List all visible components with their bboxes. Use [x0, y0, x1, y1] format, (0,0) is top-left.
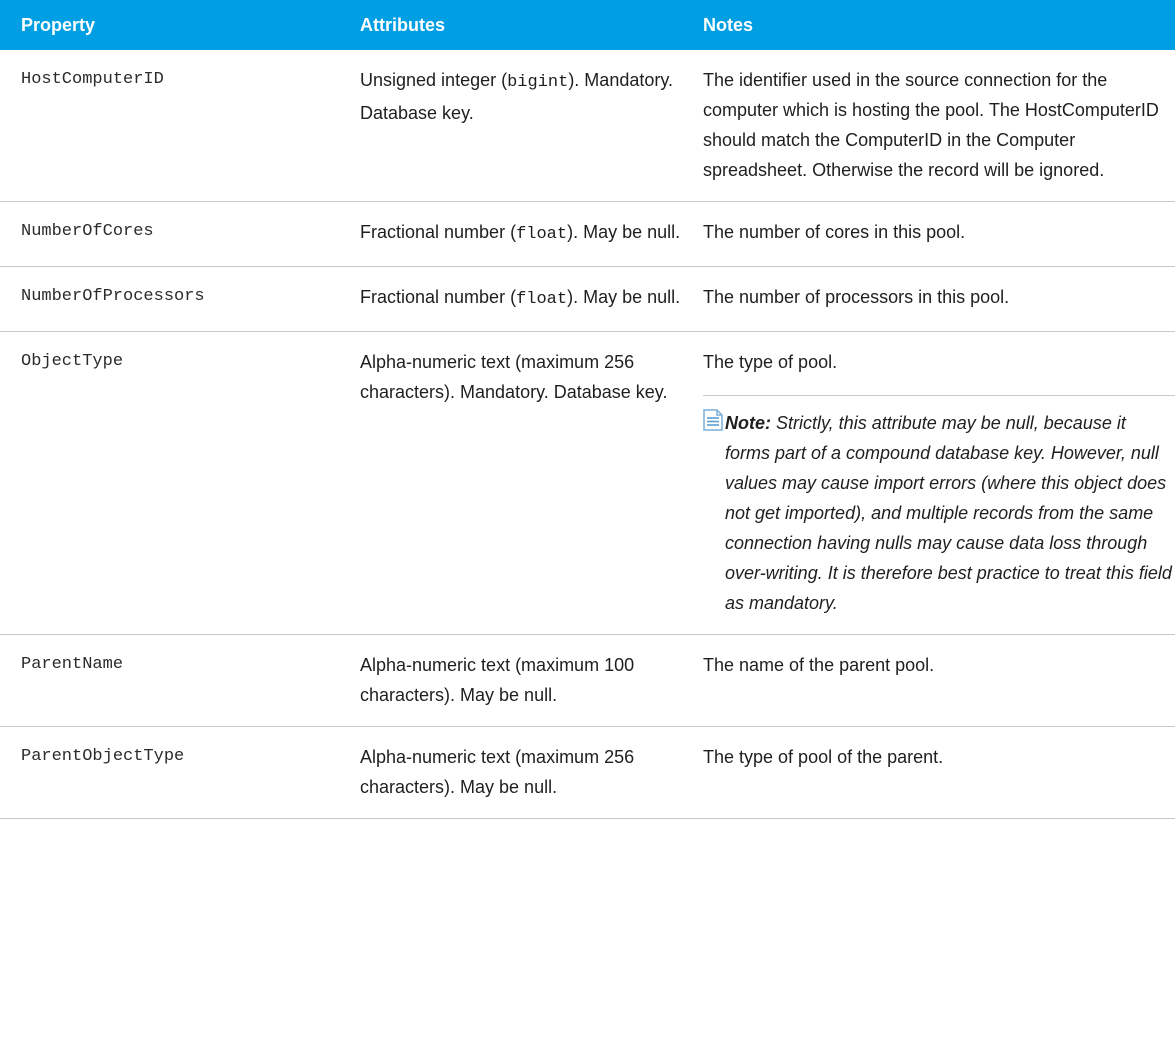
property-notes: The number of cores in this pool. — [693, 201, 1175, 267]
column-header-notes: Notes — [693, 0, 1175, 50]
table-row: ParentObjectType Alpha-numeric text (max… — [0, 726, 1175, 819]
property-notes: The name of the parent pool. — [693, 634, 1175, 727]
property-attributes: Fractional number (float). May be null. — [350, 266, 693, 332]
property-attributes: Alpha-numeric text (maximum 100 characte… — [350, 634, 693, 727]
property-notes: The type of pool of the parent. — [693, 726, 1175, 819]
note-label: Note: — [725, 413, 771, 433]
attributes-type-code: bigint — [507, 73, 569, 92]
property-notes: The identifier used in the source connec… — [693, 50, 1175, 202]
property-name: HostComputerID — [0, 50, 350, 202]
attributes-type-code: float — [516, 290, 568, 309]
attributes-type-code: float — [516, 225, 568, 244]
properties-table: Property Attributes Notes HostComputerID… — [0, 0, 1175, 819]
column-header-property: Property — [0, 0, 350, 50]
property-name: ObjectType — [0, 331, 350, 635]
note-body: Strictly, this attribute may be null, be… — [725, 413, 1172, 613]
property-attributes: Unsigned integer (bigint). Mandatory. Da… — [350, 50, 693, 202]
attributes-text: ). May be null. — [567, 287, 681, 307]
column-header-attributes: Attributes — [350, 0, 693, 50]
property-attributes: Alpha-numeric text (maximum 256 characte… — [350, 331, 693, 635]
table-row: ParentName Alpha-numeric text (maximum 1… — [0, 634, 1175, 727]
attributes-text: ). May be null. — [567, 222, 681, 242]
property-attributes: Fractional number (float). May be null. — [350, 201, 693, 267]
table-row: ObjectType Alpha-numeric text (maximum 2… — [0, 331, 1175, 635]
property-attributes: Alpha-numeric text (maximum 256 characte… — [350, 726, 693, 819]
property-name: NumberOfCores — [0, 201, 350, 267]
property-notes: The number of processors in this pool. — [693, 266, 1175, 332]
attributes-text: Fractional number ( — [360, 287, 517, 307]
property-name: ParentName — [0, 634, 350, 727]
note-callout: Note: Strictly, this attribute may be nu… — [703, 395, 1175, 618]
notes-text: The type of pool. — [703, 352, 838, 372]
note-document-icon — [703, 409, 723, 431]
property-name: ParentObjectType — [0, 726, 350, 819]
attributes-text: Fractional number ( — [360, 222, 517, 242]
property-name: NumberOfProcessors — [0, 266, 350, 332]
table-header-row: Property Attributes Notes — [0, 0, 1175, 50]
property-notes: The type of pool. Note: Strictly, this a… — [693, 331, 1175, 635]
table-row: NumberOfCores Fractional number (float).… — [0, 201, 1175, 267]
attributes-text: Unsigned integer ( — [360, 70, 508, 90]
table-row: HostComputerID Unsigned integer (bigint)… — [0, 50, 1175, 202]
note-text: Note: Strictly, this attribute may be nu… — [703, 408, 1175, 618]
table-row: NumberOfProcessors Fractional number (fl… — [0, 266, 1175, 332]
